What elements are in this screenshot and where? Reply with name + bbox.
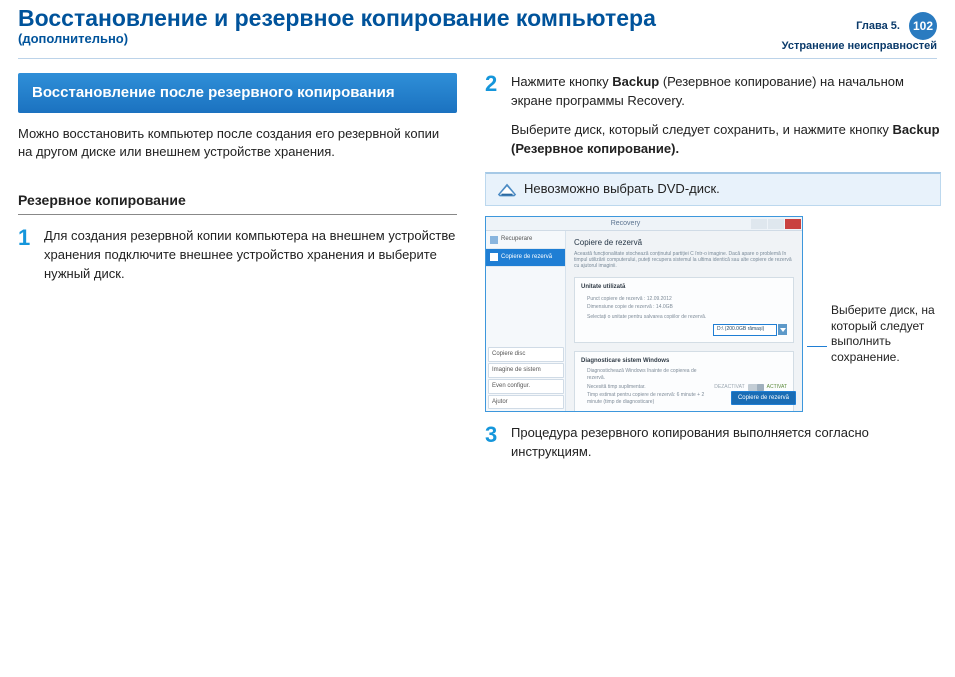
backup-button[interactable]: Copiere de rezervă xyxy=(731,391,796,406)
sidebar-item-recovery[interactable]: Recuperare xyxy=(486,231,565,249)
close-button[interactable] xyxy=(785,219,801,229)
window-title: Recovery xyxy=(500,219,751,229)
chapter-line1: Глава 5. xyxy=(856,20,900,32)
note-text: Невозможно выбрать DVD-диск. xyxy=(524,180,720,199)
content-columns: Восстановление после резервного копирова… xyxy=(0,59,955,462)
callout-connector xyxy=(807,346,827,347)
step-2-text: Нажмите кнопку Backup (Резервное копиров… xyxy=(511,73,941,158)
sidebar-help[interactable]: Ajutor xyxy=(488,395,564,410)
step-number-3: 3 xyxy=(485,424,511,462)
window-body: Recuperare Copiere de rezervă Copiere di… xyxy=(486,231,802,411)
step-1: 1 Для создания резервной копии компьютер… xyxy=(18,227,457,284)
maximize-button[interactable] xyxy=(768,219,784,229)
main-title: Copiere de rezervă xyxy=(574,237,794,249)
sidebar-system-image[interactable]: Imagine de sistem xyxy=(488,363,564,378)
step2b-pre: Выберите диск, который следует сохранить… xyxy=(511,122,893,137)
screenshot-with-callout: Recovery Recuperare Copiere de rezervă C… xyxy=(485,216,941,412)
right-column: 2 Нажмите кнопку Backup (Резервное копир… xyxy=(485,73,941,462)
panel1-line3: Selectați o unitate pentru salvarea copi… xyxy=(587,314,787,321)
step-number-1: 1 xyxy=(18,227,44,284)
title-block: Восстановление и резервное копирование к… xyxy=(18,6,782,46)
step-3-text: Процедура резервного копирования выполня… xyxy=(511,424,941,462)
panel1-line1: Punct copiere de rezervă : 12.09.2012 xyxy=(587,296,787,303)
note-icon xyxy=(496,181,518,199)
step-1-text: Для создания резервной копии компьютера … xyxy=(44,227,457,284)
panel2-line2: Necesită timp suplimentar. xyxy=(587,384,714,391)
minimize-button[interactable] xyxy=(751,219,767,229)
panel2-line1: Diagnostichează Windows înainte de copie… xyxy=(587,368,714,383)
page-number-badge: 102 xyxy=(909,12,937,40)
chapter-line2: Устранение неисправностей xyxy=(782,40,937,52)
panel2-line3: Timp estimat pentru copiere de rezervă: … xyxy=(587,392,714,407)
step2-bold1: Backup xyxy=(612,74,659,89)
panel1-line2: Dimensiune copie de rezervă : 14.0GB xyxy=(587,304,787,311)
main-desc: Această funcționalitate stochează conțin… xyxy=(574,251,794,269)
page-header: Восстановление и резервное копирование к… xyxy=(0,0,955,56)
sidebar-export-config[interactable]: Even configur. xyxy=(488,379,564,394)
recovery-icon xyxy=(490,236,498,244)
recovery-window: Recovery Recuperare Copiere de rezervă C… xyxy=(485,216,803,412)
sidebar-copy-disc[interactable]: Copiere disc xyxy=(488,347,564,362)
step-2: 2 Нажмите кнопку Backup (Резервное копир… xyxy=(485,73,941,158)
disk-dropdown-button[interactable] xyxy=(778,324,787,335)
subheading-backup: Резервное копирование xyxy=(18,190,457,215)
window-titlebar: Recovery xyxy=(486,217,802,231)
panel-diag-title: Diagnosticare sistem Windows xyxy=(581,357,787,366)
disk-selector[interactable]: D:\ (200.0GB rămași) xyxy=(713,324,787,335)
left-column: Восстановление после резервного копирова… xyxy=(18,73,457,462)
sidebar-bottom-group: Copiere disc Imagine de sistem Even conf… xyxy=(488,346,564,409)
disk-field[interactable]: D:\ (200.0GB rămași) xyxy=(713,324,777,335)
section-heading-band: Восстановление после резервного копирова… xyxy=(18,73,457,113)
chevron-down-icon xyxy=(780,328,786,332)
chapter-block: Глава 5. 102 Устранение неисправностей xyxy=(782,6,937,52)
callout-text: Выберите диск, на который следует выполн… xyxy=(831,303,941,365)
note-dvd: Невозможно выбрать DVD-диск. xyxy=(485,172,941,206)
page-subtitle: (дополнительно) xyxy=(18,31,782,46)
window-sidebar: Recuperare Copiere de rezervă Copiere di… xyxy=(486,231,566,411)
backup-icon xyxy=(490,253,498,261)
sidebar-item-backup[interactable]: Copiere de rezervă xyxy=(486,249,565,267)
page-title: Восстановление и резервное копирование к… xyxy=(18,6,782,31)
step2-pre: Нажмите кнопку xyxy=(511,74,612,89)
step-3: 3 Процедура резервного копирования выпол… xyxy=(485,424,941,462)
panel-drive-title: Unitate utilizată xyxy=(581,283,787,292)
window-main: Copiere de rezervă Această funcționalita… xyxy=(566,231,802,411)
step-number-2: 2 xyxy=(485,73,511,158)
intro-paragraph: Можно восстановить компьютер после созда… xyxy=(18,125,457,163)
panel-drive: Unitate utilizată Punct copiere de rezer… xyxy=(574,277,794,343)
